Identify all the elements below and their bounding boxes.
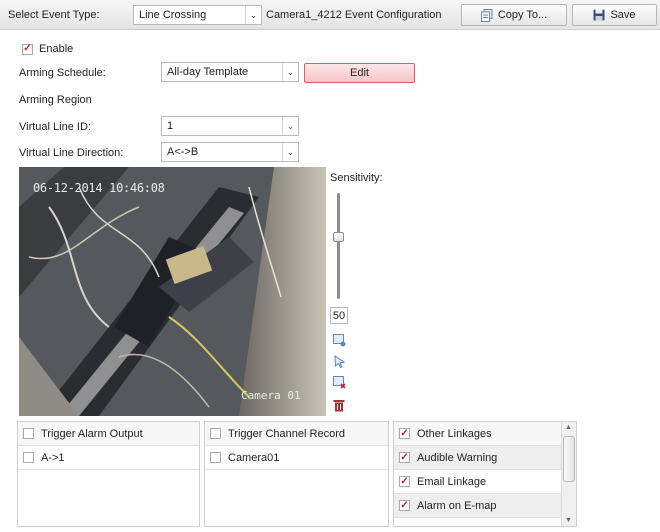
config-title: Camera1_4212 Event Configuration: [266, 9, 442, 21]
sensitivity-slider-handle[interactable]: [333, 232, 344, 242]
copy-to-button[interactable]: Copy To...: [461, 4, 567, 26]
chevron-down-icon: ⌄: [282, 143, 298, 161]
edit-label: Edit: [350, 67, 369, 79]
sensitivity-label: Sensitivity:: [330, 172, 383, 184]
camera-scene-image: [19, 167, 326, 416]
list-item[interactable]: ✓ Alarm on E-map: [394, 494, 561, 518]
chevron-down-icon: ⌄: [282, 117, 298, 135]
scrollbar-thumb[interactable]: [563, 436, 575, 482]
virtual-line-id-label: Virtual Line ID:: [19, 121, 91, 133]
checkmark-icon[interactable]: ✓: [399, 452, 410, 463]
other-linkages-header[interactable]: ✓ Other Linkages: [394, 422, 561, 446]
enable-label: Enable: [39, 43, 74, 55]
delete-icon[interactable]: [332, 398, 346, 412]
arming-region-label: Arming Region: [19, 94, 92, 106]
virtual-line-direction-label: Virtual Line Direction:: [19, 147, 124, 159]
checkmark-icon[interactable]: ✓: [399, 476, 410, 487]
virtual-line-direction-value: A<->B: [167, 146, 199, 158]
other-linkages-label: Other Linkages: [417, 427, 492, 440]
event-type-select[interactable]: Line Crossing ⌄: [133, 5, 262, 25]
alarm-output-item-label: A->1: [41, 451, 65, 464]
checkbox[interactable]: [210, 428, 221, 439]
video-timestamp: 06-12-2014 10:46:08: [33, 181, 165, 195]
trigger-alarm-output-label: Trigger Alarm Output: [41, 427, 143, 440]
save-icon: [593, 9, 605, 21]
checkbox[interactable]: [210, 452, 221, 463]
trigger-channel-record-header[interactable]: Trigger Channel Record: [205, 422, 388, 446]
virtual-line-direction-select[interactable]: A<->B ⌄: [161, 142, 299, 162]
checkmark-icon[interactable]: ✓: [399, 428, 410, 439]
save-label: Save: [610, 9, 636, 21]
trigger-alarm-output-header[interactable]: Trigger Alarm Output: [18, 422, 199, 446]
virtual-line-id-value: 1: [167, 120, 174, 132]
audible-warning-label: Audible Warning: [417, 451, 498, 464]
vertical-scrollbar[interactable]: ▲ ▼: [561, 422, 576, 526]
arming-schedule-value: All-day Template: [167, 66, 249, 78]
list-item[interactable]: ✓ Email Linkage: [394, 470, 561, 494]
other-linkages-panel: ✓ Other Linkages ✓ Audible Warning ✓ Ema…: [393, 421, 577, 527]
chevron-down-icon: ⌄: [245, 6, 261, 24]
alarm-on-emap-label: Alarm on E-map: [417, 499, 497, 512]
save-button[interactable]: Save: [572, 4, 657, 26]
scroll-down-icon[interactable]: ▼: [565, 517, 572, 524]
arming-schedule-label: Arming Schedule:: [19, 67, 106, 79]
sensitivity-slider[interactable]: [337, 193, 340, 299]
checkbox[interactable]: [23, 428, 34, 439]
checkmark-icon[interactable]: ✓: [399, 500, 410, 511]
arming-schedule-select[interactable]: All-day Template ⌄: [161, 62, 299, 82]
email-linkage-label: Email Linkage: [417, 475, 487, 488]
video-camera-label: Camera 01: [241, 389, 301, 402]
copy-icon: [480, 8, 493, 22]
clear-line-icon[interactable]: [332, 375, 346, 389]
list-item[interactable]: Camera01: [205, 446, 388, 470]
event-type-value: Line Crossing: [139, 9, 207, 21]
scroll-up-icon[interactable]: ▲: [565, 424, 572, 431]
trigger-channel-record-panel: Trigger Channel Record Camera01: [204, 421, 389, 527]
checkbox[interactable]: [23, 452, 34, 463]
checkmark-icon: ✓: [22, 43, 33, 55]
list-item[interactable]: ✓ Audible Warning: [394, 446, 561, 470]
select-pointer-icon[interactable]: [332, 354, 346, 368]
draw-line-icon[interactable]: [332, 333, 346, 347]
trigger-channel-record-label: Trigger Channel Record: [228, 427, 345, 440]
virtual-line-id-select[interactable]: 1 ⌄: [161, 116, 299, 136]
copy-to-label: Copy To...: [497, 9, 548, 21]
trigger-alarm-output-panel: Trigger Alarm Output A->1: [17, 421, 200, 527]
edit-button[interactable]: Edit: [304, 63, 415, 83]
sensitivity-value[interactable]: 50: [330, 307, 348, 324]
live-video-view[interactable]: 06-12-2014 10:46:08 Camera 01: [19, 167, 326, 416]
channel-record-item-label: Camera01: [228, 451, 280, 464]
select-event-type-label: Select Event Type:: [8, 9, 100, 21]
list-item[interactable]: A->1: [18, 446, 199, 470]
enable-checkbox[interactable]: ✓ Enable: [22, 43, 73, 55]
chevron-down-icon: ⌄: [282, 63, 298, 81]
